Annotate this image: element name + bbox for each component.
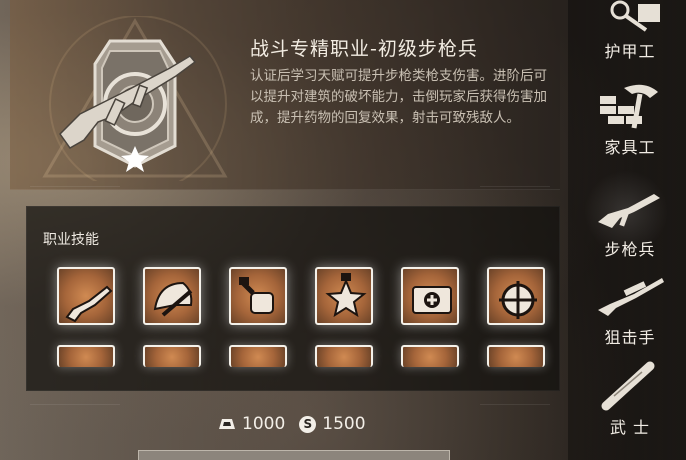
unlock-button[interactable] [138, 450, 450, 460]
star-badge-skill-icon[interactable] [315, 267, 373, 325]
shield-skill-icon[interactable] [143, 345, 201, 367]
sidebar-label: 步枪兵 [604, 240, 656, 259]
sidebar-item-rifleman[interactable]: 步枪兵 [584, 170, 672, 264]
sidebar-item-armorer[interactable]: 护甲工 [588, 0, 672, 66]
sidebar-item-sniper[interactable]: 狙击手 [588, 266, 672, 352]
sidebar-item-warrior[interactable]: 武 士 [588, 356, 672, 442]
profession-panel: 战斗专精职业-初级步枪兵 认证后学习天赋可提升步枪类枪支伤害。进阶后可以提升对建… [10, 0, 560, 460]
coin-cost: 1500 [322, 414, 366, 434]
profession-header: 战斗专精职业-初级步枪兵 认证后学习天赋可提升步枪类枪支伤害。进阶后可以提升对建… [10, 0, 560, 190]
ingot-icon [219, 419, 235, 429]
fist-skill-icon[interactable] [229, 267, 287, 325]
skills-title: 职业技能 [43, 232, 99, 248]
profession-sidebar: 护甲工 家具工 步枪兵 狙击手 武 士 [568, 0, 686, 460]
sidebar-label: 家具工 [604, 138, 656, 157]
bat-icon [601, 361, 655, 411]
skills-panel: 职业技能 [26, 206, 560, 391]
boot-skill-icon[interactable] [315, 345, 373, 367]
hand-skill-icon[interactable] [229, 345, 287, 367]
target-skill-icon[interactable] [487, 345, 545, 367]
divider [480, 404, 550, 405]
rifle-skill-icon[interactable] [57, 267, 115, 325]
profession-description: 认证后学习天赋可提升步枪类枪支伤害。进阶后可以提升对建筑的破坏能力，击倒玩家后获… [250, 68, 547, 126]
medkit-skill-icon[interactable] [401, 267, 459, 325]
profession-title: 战斗专精职业-初级步枪兵 [250, 38, 478, 60]
ingot-cost: 1000 [242, 414, 286, 434]
divider [30, 404, 120, 405]
sniper-icon [598, 278, 664, 316]
coin-icon: S [299, 415, 317, 433]
helmet-skill-icon[interactable] [143, 267, 201, 325]
rifle-icon [598, 194, 660, 228]
sidebar-item-carpenter[interactable]: 家具工 [588, 76, 672, 162]
grenade-skill-icon[interactable] [401, 345, 459, 367]
crosshair-skill-icon[interactable] [487, 267, 545, 325]
unlock-cost: 1000 S 1500 [218, 412, 366, 436]
divider [30, 186, 120, 187]
sidebar-label: 狙击手 [604, 328, 656, 347]
rifle-badge-icon [42, 16, 228, 181]
sidebar-label: 武 士 [609, 418, 651, 437]
divider [480, 186, 550, 187]
armor-tools-icon [610, 0, 660, 32]
rifle-skill-icon[interactable] [57, 345, 115, 367]
hammer-bricks-icon [600, 84, 658, 129]
sidebar-label: 护甲工 [604, 42, 656, 61]
